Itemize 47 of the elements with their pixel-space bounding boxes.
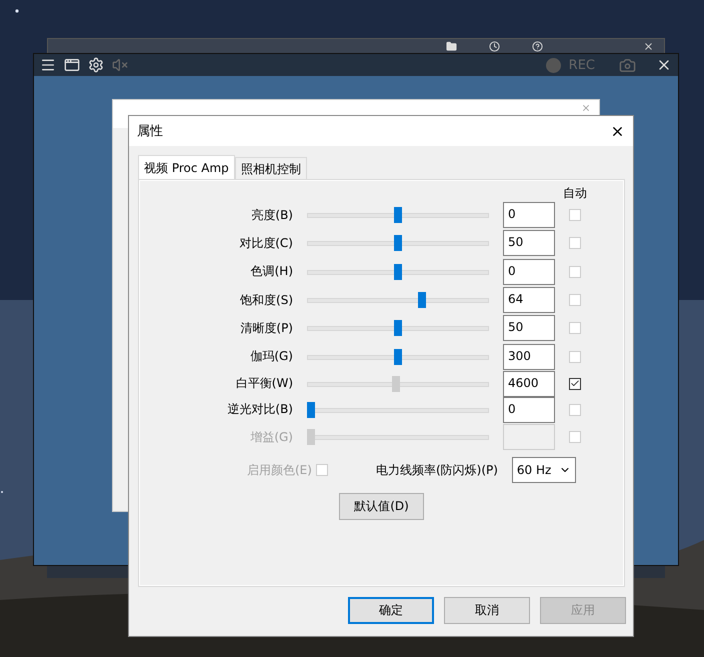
slider-thumb[interactable] xyxy=(394,264,402,280)
value-field[interactable] xyxy=(503,424,555,450)
window-icon[interactable] xyxy=(64,57,80,73)
setting-label: 增益(G) xyxy=(250,428,293,446)
rec-label: REC xyxy=(568,58,595,72)
slider-thumb[interactable] xyxy=(394,320,402,336)
powerline-label: 电力线频率(防闪烁)(P) xyxy=(376,462,498,479)
setting-label: 亮度(B) xyxy=(251,206,293,224)
tab[interactable]: 视频 Proc Amp xyxy=(138,155,235,179)
value-field[interactable]: 0 xyxy=(503,396,555,423)
slider-thumb[interactable] xyxy=(307,402,315,418)
value-field[interactable]: 0 xyxy=(503,202,555,228)
value-field[interactable]: 300 xyxy=(503,344,555,370)
slider-thumb[interactable] xyxy=(394,348,402,365)
clock-icon[interactable] xyxy=(489,41,500,52)
auto-checkbox[interactable] xyxy=(569,378,581,390)
camera-icon[interactable] xyxy=(619,56,636,74)
setting-label: 清晰度(P) xyxy=(240,320,293,337)
dialog-button[interactable]: 取消 xyxy=(444,597,530,624)
value-field[interactable]: 0 xyxy=(503,258,555,285)
frequency-dropdown[interactable]: 60 Hz xyxy=(512,457,576,484)
setting-label: 白平衡(W) xyxy=(236,375,293,392)
window-title: 属性 xyxy=(137,123,163,140)
slider-thumb[interactable] xyxy=(418,292,426,308)
tab[interactable]: 照相机控制 xyxy=(234,157,307,179)
slider-thumb[interactable] xyxy=(394,207,402,224)
value-field[interactable]: 4600 xyxy=(503,370,555,397)
setting-label: 色调(H) xyxy=(250,263,293,280)
mute-icon[interactable] xyxy=(112,57,128,73)
dialog-button[interactable]: 确定 xyxy=(348,597,434,624)
slider-thumb[interactable] xyxy=(394,235,402,252)
menu-icon[interactable] xyxy=(40,57,56,73)
color-enable-label: 启用颜色(E) xyxy=(247,462,312,479)
setting-label: 对比度(C) xyxy=(239,234,293,252)
close-icon[interactable] xyxy=(643,41,654,52)
setting-label: 伽玛(G) xyxy=(250,348,293,366)
slider-thumb[interactable] xyxy=(392,376,400,392)
value-field[interactable]: 64 xyxy=(503,287,555,314)
setting-label: 饱和度(S) xyxy=(240,292,293,309)
default-button[interactable]: 默认值(D) xyxy=(339,493,424,520)
column-header: 自动 xyxy=(563,185,587,202)
folder-icon[interactable] xyxy=(446,41,457,52)
setting-label: 逆光对比(B) xyxy=(227,401,293,418)
help-icon[interactable] xyxy=(532,41,543,52)
value-field[interactable]: 50 xyxy=(503,315,555,342)
value-field[interactable]: 50 xyxy=(503,230,555,256)
settings-icon[interactable] xyxy=(88,57,104,73)
